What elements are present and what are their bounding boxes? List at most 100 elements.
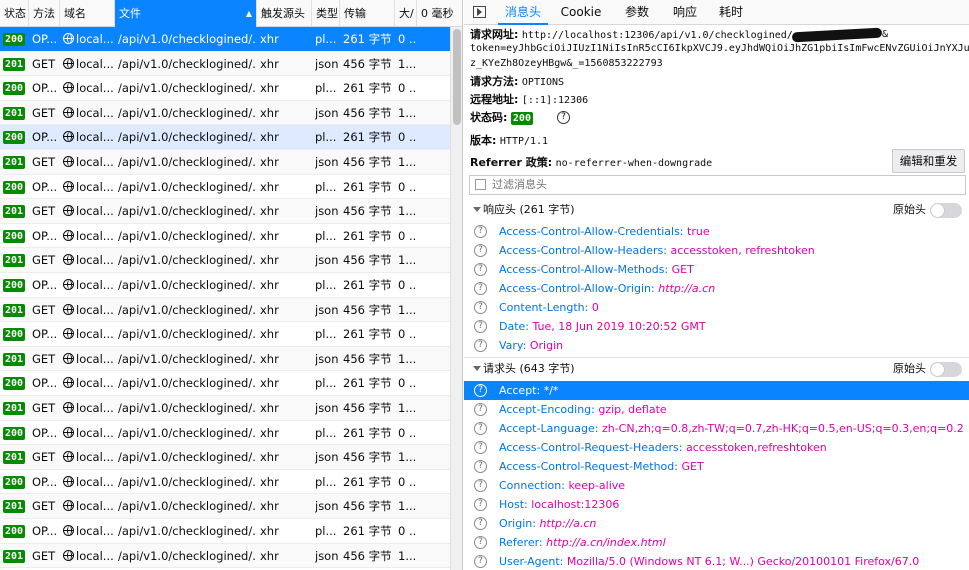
toggle-sidebar-icon[interactable]: [473, 6, 486, 18]
help-icon[interactable]: ?: [474, 263, 487, 276]
request-headers-section[interactable]: 请求头 (643 字节) 原始头: [464, 357, 969, 379]
collapse-triangle-icon[interactable]: [473, 366, 481, 371]
globe-icon: [63, 106, 74, 118]
request-row[interactable]: 200 OP... local... /api/v1.0/checklogined/.…: [0, 519, 450, 544]
header-row[interactable]: ? Access-Control-Allow-Credentials: true: [464, 222, 969, 241]
raw-headers-toggle[interactable]: [930, 203, 962, 218]
help-icon[interactable]: ?: [474, 460, 487, 473]
request-row[interactable]: 200 OP... local... /api/v1.0/checklogined/.…: [0, 224, 450, 249]
request-row[interactable]: 201 GET local... /api/v1.0/checklogined/...…: [0, 297, 450, 323]
column-waterfall[interactable]: 0 毫秒: [417, 0, 462, 27]
column-method[interactable]: 方法: [29, 0, 60, 27]
request-row[interactable]: 200 OP... local... /api/v1.0/checklogined/.…: [0, 273, 450, 298]
help-icon[interactable]: ?: [474, 479, 487, 492]
request-row[interactable]: 201 GET local... /api/v1.0/checklogined/...…: [0, 51, 450, 77]
help-icon[interactable]: ?: [474, 282, 487, 295]
tab-cookies[interactable]: Cookie: [556, 0, 606, 25]
collapse-triangle-icon[interactable]: [473, 207, 481, 212]
column-file[interactable]: 文件 ▲: [115, 0, 257, 27]
help-icon[interactable]: ?: [474, 320, 487, 333]
response-headers-section[interactable]: 响应头 (261 字节) 原始头: [464, 199, 969, 221]
column-cause[interactable]: 触发源头: [257, 0, 312, 27]
file-cell: /api/v1.0/checklogined/...: [118, 450, 257, 465]
header-row[interactable]: ? Accept: */*: [464, 381, 969, 400]
type-cell: json: [315, 401, 339, 415]
request-row[interactable]: 200 OP... local... /api/v1.0/checklogined/.…: [0, 371, 450, 396]
scrollbar-thumb[interactable]: [453, 29, 461, 125]
header-row[interactable]: ? Accept-Encoding: gzip, deflate: [464, 400, 969, 419]
header-key: Content-Length:: [499, 301, 589, 314]
header-key: Accept-Language:: [499, 422, 599, 435]
header-row[interactable]: ? Access-Control-Allow-Origin: http://a.c…: [464, 279, 969, 298]
tab-timings[interactable]: 耗时: [710, 0, 752, 25]
cause-cell: xhr: [260, 228, 279, 243]
help-icon[interactable]: ?: [474, 536, 487, 549]
header-row[interactable]: ? Origin: http://a.cn: [464, 514, 969, 533]
help-icon[interactable]: ?: [474, 384, 487, 397]
column-type[interactable]: 类型: [312, 0, 340, 27]
status-help-icon[interactable]: ?: [557, 111, 570, 124]
help-icon[interactable]: ?: [474, 403, 487, 416]
globe-icon: [63, 156, 74, 167]
help-icon[interactable]: ?: [474, 301, 487, 314]
tab-params[interactable]: 参数: [614, 0, 660, 25]
header-row[interactable]: ? Access-Control-Request-Method: GET: [464, 457, 969, 476]
request-row[interactable]: 200 OP... local... /api/v1.0/checklogined/.…: [0, 470, 450, 495]
help-icon[interactable]: ?: [474, 422, 487, 435]
help-icon[interactable]: ?: [474, 244, 487, 257]
column-size[interactable]: 大/: [395, 0, 417, 27]
help-icon[interactable]: ?: [474, 498, 487, 511]
request-row[interactable]: 200 OP... local... /api/v1.0/checklogined/.…: [0, 27, 450, 52]
request-row[interactable]: 201 GET local... /api/v1.0/checklogined/...…: [0, 346, 450, 372]
header-row[interactable]: ? Connection: keep-alive: [464, 476, 969, 495]
help-icon[interactable]: ?: [474, 517, 487, 530]
request-row[interactable]: 200 OP... local... /api/v1.0/checklogined/.…: [0, 322, 450, 347]
request-list-scrollbar[interactable]: [450, 27, 462, 570]
request-row[interactable]: 201 GET local... /api/v1.0/checklogined/...…: [0, 248, 450, 273]
help-icon[interactable]: ?: [474, 555, 487, 568]
request-row[interactable]: 201 GET local... /api/v1.0/checklogined/...…: [0, 199, 450, 224]
help-icon[interactable]: ?: [474, 441, 487, 454]
edit-and-resend-button[interactable]: 编辑和重发: [892, 149, 965, 173]
header-row[interactable]: ? Referer: http://a.cn/index.html: [464, 533, 969, 552]
request-row[interactable]: 201 GET local... /api/v1.0/checklogined/...…: [0, 494, 450, 519]
request-row[interactable]: 201 GET local... /api/v1.0/checklogined/...…: [0, 396, 450, 421]
header-value: accesstoken, refreshtoken: [670, 244, 815, 257]
cause-cell: xhr: [260, 32, 279, 46]
status-cell: 200: [3, 371, 29, 395]
header-row[interactable]: ? Date: Tue, 18 Jun 2019 10:20:52 GMT: [464, 317, 969, 336]
status-code-row: 状态码: 200: [470, 110, 533, 125]
domain-text: local...: [76, 32, 114, 46]
header-row[interactable]: ? User-Agent: Mozilla/5.0 (Windows NT 6.1…: [464, 552, 969, 570]
header-row[interactable]: ? Vary: Origin: [464, 336, 969, 355]
request-row[interactable]: 200 OP... local... /api/v1.0/checklogined/.…: [0, 421, 450, 446]
domain-text: local...: [76, 548, 114, 563]
status-cell: 201: [3, 199, 29, 223]
header-row[interactable]: ? Accept-Language: zh-CN,zh;q=0.8,zh-TW;q…: [464, 419, 969, 438]
header-row[interactable]: ? Host: localhost:12306: [464, 495, 969, 514]
header-row[interactable]: ? Access-Control-Request-Headers: accesst…: [464, 438, 969, 457]
column-status[interactable]: 状态: [0, 0, 29, 27]
tab-headers[interactable]: 消息头: [498, 0, 548, 25]
request-row[interactable]: 201 GET local... /api/v1.0/checklogined/...…: [0, 150, 450, 175]
size-cell: 1...: [398, 204, 417, 219]
raw-headers-toggle[interactable]: [930, 362, 962, 377]
file-cell: /api/v1.0/checklogined/...: [118, 204, 257, 219]
header-row[interactable]: ? Content-Length: 0: [464, 298, 969, 317]
header-row[interactable]: ? Access-Control-Allow-Headers: accesstok…: [464, 241, 969, 260]
request-row[interactable]: 200 OP... local... /api/v1.0/checklogined/.…: [0, 175, 450, 200]
help-icon[interactable]: ?: [474, 339, 487, 352]
request-row[interactable]: 201 GET local... /api/v1.0/checklogined/...…: [0, 100, 450, 126]
column-domain[interactable]: 域名: [60, 0, 115, 27]
tab-response[interactable]: 响应: [664, 0, 706, 25]
request-row[interactable]: 200 OP... local... /api/v1.0/checklogined/.…: [0, 125, 450, 150]
request-row[interactable]: 201 GET local... /api/v1.0/checklogined/...…: [0, 543, 450, 569]
request-row[interactable]: 200 OP... local... /api/v1.0/checklogined/.…: [0, 76, 450, 101]
type-cell: json: [315, 351, 339, 366]
help-icon[interactable]: ?: [474, 225, 487, 238]
cause-cell: xhr: [260, 401, 279, 415]
filter-headers-input[interactable]: 过滤消息头: [469, 175, 966, 195]
request-row[interactable]: 201 GET local... /api/v1.0/checklogined/...…: [0, 445, 450, 470]
header-row[interactable]: ? Access-Control-Allow-Methods: GET: [464, 260, 969, 279]
column-transferred[interactable]: 传输: [340, 0, 395, 27]
